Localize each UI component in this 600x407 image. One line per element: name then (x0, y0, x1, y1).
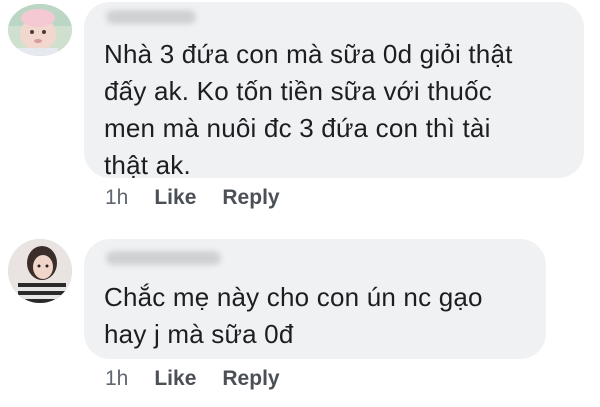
commenter-avatar[interactable] (8, 239, 72, 303)
commenter-avatar[interactable] (8, 4, 72, 56)
comment-timestamp: 1h (105, 367, 129, 390)
comment-text: Nhà 3 đứa con mà sữa 0d giỏi thật đấy ak… (104, 39, 513, 180)
comment-timestamp: 1h (105, 186, 129, 209)
comment-bubble: Chắc mẹ này cho con ún nc gạo hay j mà s… (84, 239, 546, 359)
woman-photo-icon (8, 239, 72, 303)
commenter-name-blurred[interactable] (106, 251, 221, 265)
like-button[interactable]: Like (154, 367, 196, 391)
comment-actions: 1h Like Reply (105, 367, 280, 391)
commenter-name-blurred[interactable] (106, 10, 196, 24)
reply-button[interactable]: Reply (222, 367, 279, 391)
reply-button[interactable]: Reply (222, 186, 279, 210)
like-button[interactable]: Like (154, 186, 196, 210)
comment-1: Nhà 3 đứa con mà sữa 0d giỏi thật đấy ak… (0, 0, 600, 220)
baby-photo-icon (8, 4, 72, 56)
comment-bubble: Nhà 3 đứa con mà sữa 0d giỏi thật đấy ak… (84, 2, 584, 180)
comment-2: Chắc mẹ này cho con ún nc gạo hay j mà s… (0, 225, 600, 407)
comment-text: Chắc mẹ này cho con ún nc gạo hay j mà s… (104, 282, 483, 349)
comment-actions: 1h Like Reply (105, 186, 280, 210)
